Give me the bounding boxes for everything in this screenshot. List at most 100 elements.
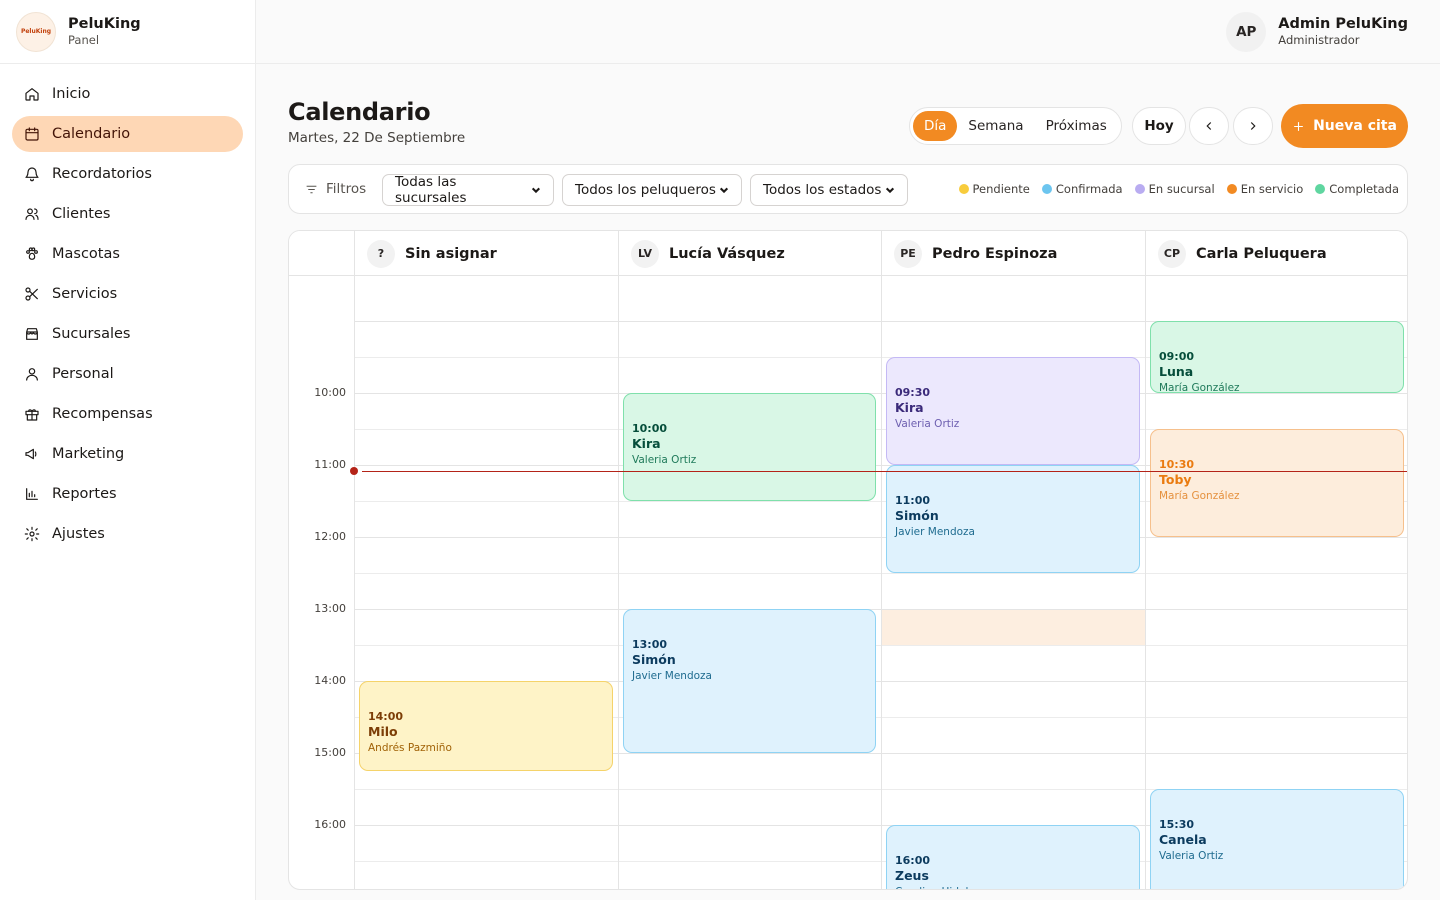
selected-slot[interactable] — [882, 609, 1145, 645]
current-time-line — [362, 471, 1407, 472]
sidebar-item-label: Reportes — [52, 486, 117, 502]
appointment-card[interactable]: 13:00 Simón Javier Mendoza — [623, 609, 876, 753]
appointment-card[interactable]: 10:00 Kira Valeria Ortiz — [623, 393, 876, 501]
legend-item: Confirmada — [1041, 182, 1123, 196]
sidebar-item-recordatorios[interactable]: Recordatorios — [12, 156, 243, 192]
sidebar-item-mascotas[interactable]: Mascotas — [12, 236, 243, 272]
view-switcher: Día Semana Próximas — [909, 107, 1122, 145]
brand[interactable]: PeluKing PeluKing Panel — [0, 0, 255, 64]
appointment-card[interactable]: 11:00 Simón Javier Mendoza — [886, 465, 1140, 573]
megaphone-icon — [24, 446, 40, 462]
hour-label: 14:00 — [314, 674, 346, 687]
appointment-time: 14:00 — [368, 710, 404, 723]
sidebar-item-label: Mascotas — [52, 246, 120, 262]
new-appointment-label: Nueva cita — [1313, 118, 1397, 134]
legend-item: En servicio — [1226, 182, 1303, 196]
avatar: PE — [894, 239, 922, 268]
sidebar-item-personal[interactable]: Personal — [12, 356, 243, 392]
appointment-time: 15:30 — [1159, 818, 1195, 831]
status-select[interactable]: Todos los estados — [750, 174, 908, 206]
legend-label: Pendiente — [972, 182, 1030, 196]
logo: PeluKing — [16, 11, 56, 52]
column-divider — [881, 276, 882, 889]
sidebar-item-label: Personal — [52, 366, 114, 382]
hour-label: 11:00 — [314, 458, 346, 471]
sidebar-item-marketing[interactable]: Marketing — [12, 436, 243, 472]
chevron-down-icon — [719, 187, 729, 194]
appointment-card[interactable]: 14:00 Milo Andrés Pazmiño — [359, 681, 613, 771]
sidebar-item-recompensas[interactable]: Recompensas — [12, 396, 243, 432]
bell-icon — [24, 166, 40, 182]
chevron-down-icon — [885, 187, 895, 194]
sidebar-item-servicios[interactable]: Servicios — [12, 276, 243, 312]
sidebar-item-label: Marketing — [52, 446, 125, 462]
sidebar-item-label: Ajustes — [52, 526, 105, 542]
filters-bar: Filtros Todas las sucursales Todos los p… — [288, 164, 1408, 214]
new-appointment-button[interactable]: Nueva cita — [1281, 104, 1408, 148]
sidebar: PeluKing PeluKing Panel Inicio Calendario… — [0, 0, 256, 900]
user-menu[interactable]: AP Admin PeluKing Administrador — [1226, 12, 1408, 52]
appointment-client: Valeria Ortiz — [632, 454, 697, 466]
appointment-card[interactable]: 15:30 Canela Valeria Ortiz — [1150, 789, 1404, 889]
appointment-client: María González — [1159, 490, 1240, 502]
groomer-column-header: ? Sin asignar — [354, 231, 618, 276]
sidebar-item-label: Recompensas — [52, 406, 153, 422]
bar-chart-icon — [24, 486, 40, 502]
sidebar-item-calendario[interactable]: Calendario — [12, 116, 243, 152]
groomer-name: Sin asignar — [405, 245, 497, 262]
prev-day-button[interactable] — [1189, 107, 1229, 145]
scissors-icon — [24, 286, 40, 302]
groomer-select[interactable]: Todos los peluqueros — [562, 174, 742, 206]
appointment-pet: Luna — [1159, 364, 1194, 379]
appointment-pet: Simón — [895, 508, 939, 523]
hour-label: 16:00 — [314, 818, 346, 831]
appointment-card[interactable]: 16:00ZeusCarolina Hidalgo — [886, 825, 1140, 889]
sidebar-item-sucursales[interactable]: Sucursales — [12, 316, 243, 352]
avatar: ? — [367, 239, 395, 268]
legend-item: Pendiente — [958, 182, 1030, 196]
branch-select[interactable]: Todas las sucursales — [382, 174, 554, 206]
appointment-time: 13:00 — [632, 638, 668, 651]
sidebar-item-inicio[interactable]: Inicio — [12, 76, 243, 112]
sidebar-item-ajustes[interactable]: Ajustes — [12, 516, 243, 552]
sidebar-item-reportes[interactable]: Reportes — [12, 476, 243, 512]
appointment-time: 16:00 — [895, 854, 931, 867]
status-dot — [1315, 184, 1326, 194]
topbar: AP Admin PeluKing Administrador — [256, 0, 1440, 64]
column-divider — [1145, 276, 1146, 889]
appointment-card[interactable]: 09:00 Luna María González — [1150, 321, 1404, 393]
column-divider — [354, 276, 355, 889]
brand-name: PeluKing — [68, 15, 141, 32]
appointment-card[interactable]: 09:30 Kira Valeria Ortiz — [886, 357, 1140, 465]
appointment-client: Valeria Ortiz — [1159, 850, 1224, 862]
store-icon — [24, 326, 40, 342]
view-day-button[interactable]: Día — [913, 111, 958, 141]
appointment-pet: Simón — [632, 652, 676, 667]
status-dot — [1041, 184, 1052, 194]
appointment-client: Javier Mendoza — [632, 670, 712, 682]
calendar-header: ? Sin asignar LV Lucía Vásquez PE Pedro Espin… — [289, 231, 1407, 276]
view-week-button[interactable]: Semana — [957, 111, 1034, 141]
view-upcoming-button[interactable]: Próximas — [1035, 111, 1118, 141]
legend-item: Completada — [1315, 182, 1399, 196]
hour-label: 12:00 — [314, 530, 346, 543]
brand-subtitle: Panel — [68, 32, 100, 47]
calendar-icon — [24, 126, 40, 142]
status-legend: Pendiente Confirmada En sucursal En servici… — [958, 182, 1399, 196]
sidebar-item-label: Recordatorios — [52, 166, 152, 182]
legend-label: Confirmada — [1055, 182, 1123, 196]
next-day-button[interactable] — [1233, 107, 1273, 145]
filter-icon — [306, 185, 317, 193]
current-time-dot — [350, 467, 358, 475]
paw-icon — [24, 246, 40, 262]
appointment-card[interactable]: 10:30 Toby María González — [1150, 429, 1404, 537]
current-date: Martes, 22 De Septiembre — [288, 130, 466, 146]
avatar: LV — [631, 239, 659, 268]
hour-label: 10:00 — [314, 386, 346, 399]
groomer-name: Carla Peluquera — [1196, 245, 1327, 262]
today-button[interactable]: Hoy — [1132, 107, 1186, 145]
sidebar-item-clientes[interactable]: Clientes — [12, 196, 243, 232]
sidebar-item-label: Servicios — [52, 286, 118, 302]
chevron-right-icon — [1250, 122, 1256, 130]
avatar: CP — [1158, 239, 1186, 268]
